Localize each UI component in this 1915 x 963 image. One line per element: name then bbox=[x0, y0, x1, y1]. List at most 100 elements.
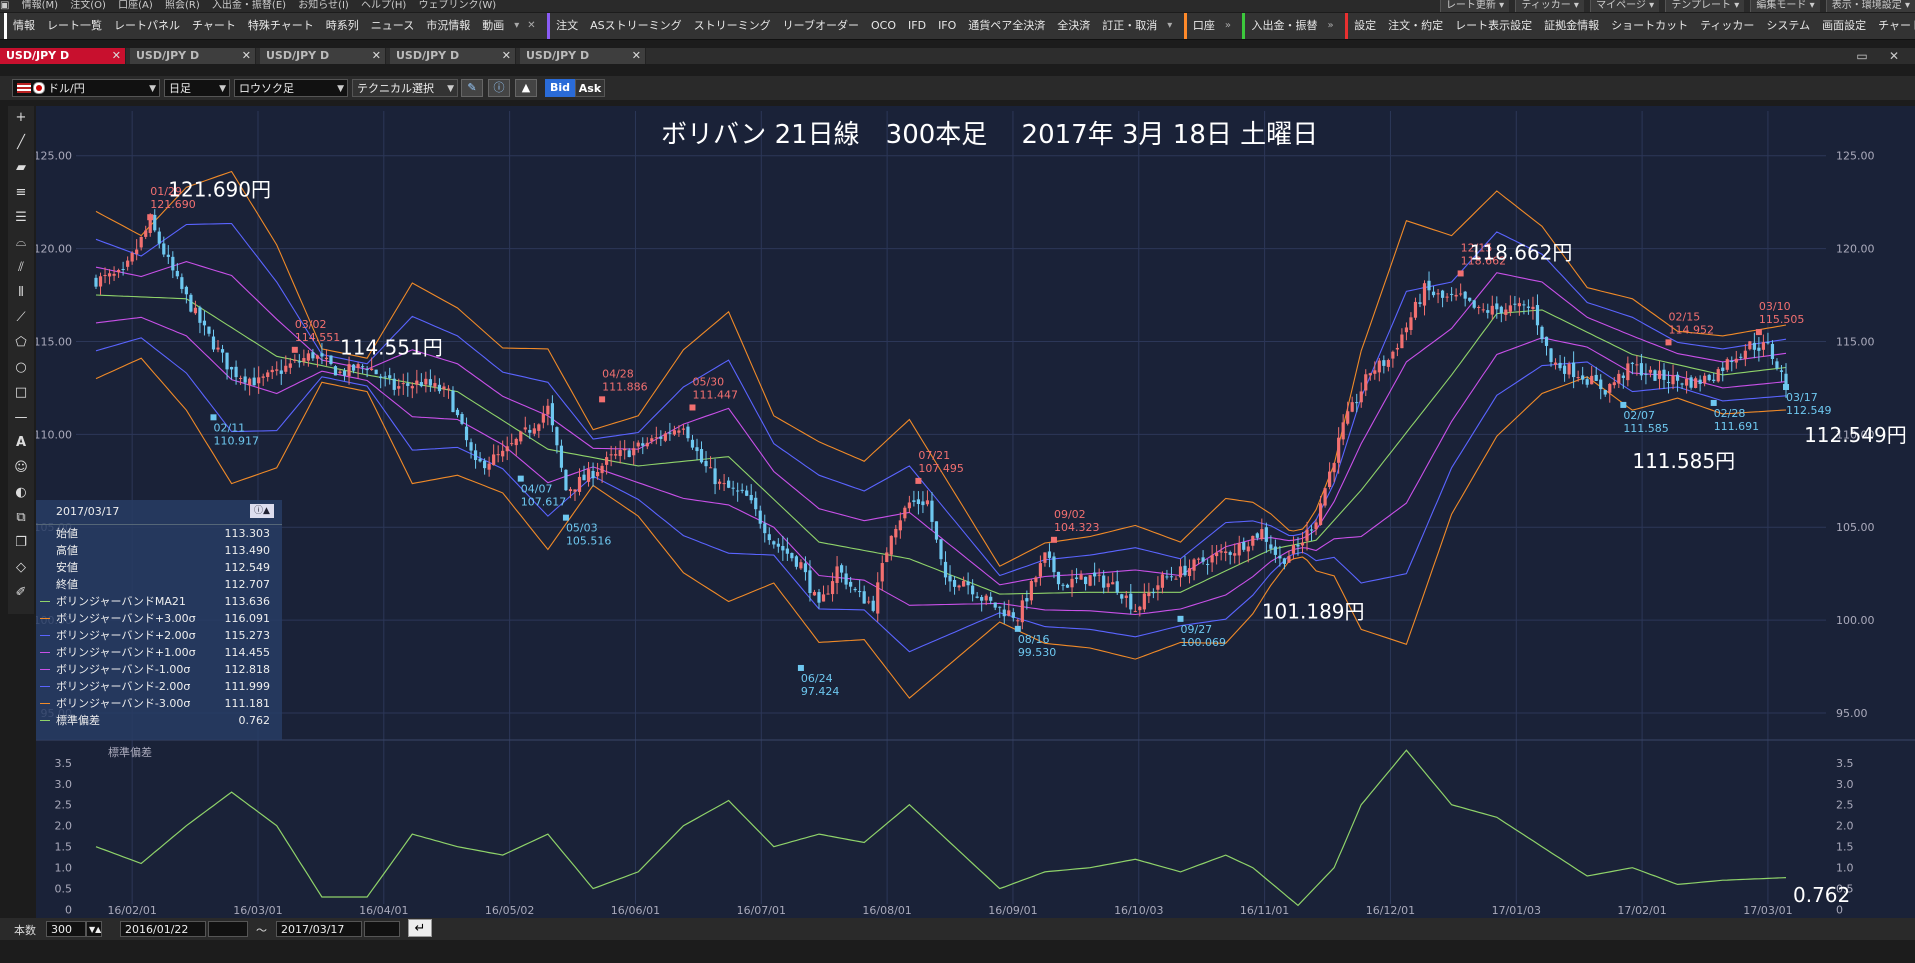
toolbar-special-chart[interactable]: 特殊チャート bbox=[242, 13, 320, 39]
menu-icon[interactable]: ▣ bbox=[0, 0, 9, 12]
chart-tab-5[interactable]: USD/JPY D ✕ bbox=[520, 48, 646, 64]
template-menu[interactable]: テンプレート ▾ bbox=[1665, 0, 1745, 12]
hline-icon[interactable]: — bbox=[11, 408, 31, 428]
info-icon[interactable]: ⓘ bbox=[488, 79, 510, 97]
toolbar-video[interactable]: 動画 bbox=[476, 13, 510, 39]
toolbar-as-streaming[interactable]: ASストリーミング bbox=[584, 13, 688, 39]
toolbar-news[interactable]: ニュース bbox=[365, 13, 420, 39]
toolbar-oco[interactable]: OCO bbox=[865, 13, 902, 39]
maximize-icon[interactable]: ▭ bbox=[1852, 48, 1872, 64]
bid-button[interactable]: Bid bbox=[545, 79, 575, 97]
toolbar-rate-list[interactable]: レート一覧 bbox=[41, 13, 108, 39]
gann-icon[interactable]: ⟋ bbox=[11, 308, 31, 328]
toolbar-all-settle[interactable]: 全決済 bbox=[1051, 13, 1096, 39]
chart-tab-2[interactable]: USD/JPY D ✕ bbox=[130, 48, 256, 64]
close-icon[interactable]: ✕ bbox=[632, 48, 641, 64]
toolbar-market-info[interactable]: 市況情報 bbox=[420, 13, 476, 39]
toolbar-deposit-label[interactable]: 入出金・振替 bbox=[1242, 13, 1323, 39]
menu-help[interactable]: ヘルプ(H) bbox=[361, 0, 406, 12]
circle-icon[interactable]: ○ bbox=[11, 358, 31, 378]
toolbar-order-exec[interactable]: 注文・約定 bbox=[1382, 13, 1449, 39]
end-date-input[interactable]: 2017/03/17 bbox=[276, 921, 362, 937]
expand-icon[interactable]: » bbox=[1221, 13, 1235, 39]
close-icon[interactable]: ✕ bbox=[112, 48, 121, 64]
chart-tab-3[interactable]: USD/JPY D ✕ bbox=[260, 48, 386, 64]
pentagon-icon[interactable]: ⬠ bbox=[11, 333, 31, 353]
toolbar-screen-settings[interactable]: 画面設定 bbox=[1816, 13, 1872, 39]
menu-notice[interactable]: お知らせ(I) bbox=[298, 0, 349, 12]
menu-weblink[interactable]: ウェブリンク(W) bbox=[419, 0, 497, 12]
toolbar-rate-panel[interactable]: レートパネル bbox=[108, 13, 186, 39]
edit-icon[interactable]: ✐ bbox=[11, 583, 31, 603]
display-settings-menu[interactable]: 表示・環境設定 ▾ bbox=[1825, 0, 1915, 12]
count-stepper[interactable]: ▼▲ bbox=[86, 921, 102, 937]
close-icon[interactable]: ✕ bbox=[372, 48, 381, 64]
toolbar-ifo[interactable]: IFO bbox=[932, 13, 962, 39]
horizontal-line-icon[interactable]: ≡ bbox=[11, 183, 31, 203]
edit-mode-menu[interactable]: 編集モード ▾ bbox=[1750, 0, 1820, 12]
toolbar-ticker[interactable]: ティッカー bbox=[1694, 13, 1760, 39]
toolbar-shortcut[interactable]: ショートカット bbox=[1605, 13, 1694, 39]
close-icon[interactable]: ✕ bbox=[523, 13, 539, 39]
toolbar-account-label[interactable]: 口座 bbox=[1183, 13, 1221, 39]
menu-deposit[interactable]: 入出金・振替(E) bbox=[212, 0, 286, 12]
chart-shape-icon[interactable]: ▲ bbox=[515, 79, 537, 97]
mypage-menu[interactable]: マイページ ▾ bbox=[1590, 0, 1660, 12]
text-icon[interactable]: A bbox=[11, 433, 31, 453]
menu-order[interactable]: 注文(O) bbox=[70, 0, 106, 12]
pen-icon[interactable]: ✎ bbox=[461, 79, 483, 97]
copy-icon[interactable]: ⧉ bbox=[11, 508, 31, 528]
chart-tab-1[interactable]: USD/JPY D ✕ bbox=[0, 48, 126, 64]
end-time-input[interactable] bbox=[364, 921, 400, 937]
menu-account[interactable]: 口座(A) bbox=[118, 0, 153, 12]
trendline-icon[interactable]: ╱ bbox=[11, 133, 31, 153]
toolbar-order-label[interactable]: 注文 bbox=[547, 13, 584, 39]
rate-update-menu[interactable]: レート更新 ▾ bbox=[1439, 0, 1510, 12]
magnet-icon[interactable]: ◐ bbox=[11, 483, 31, 503]
menu-inquiry[interactable]: 照会(R) bbox=[165, 0, 200, 12]
start-time-input[interactable] bbox=[208, 921, 248, 937]
ticker-menu[interactable]: ティッカー ▾ bbox=[1515, 0, 1584, 12]
toolbar-rate-display[interactable]: レート表示設定 bbox=[1449, 13, 1538, 39]
toolbar-modify-cancel[interactable]: 訂正・取消 bbox=[1096, 13, 1163, 39]
smiley-icon[interactable]: ☺ bbox=[11, 458, 31, 478]
toolbar-settings-label[interactable]: 設定 bbox=[1345, 13, 1382, 39]
toolbar-chart-settings[interactable]: チャート bbox=[1872, 13, 1915, 39]
chart-tab-4[interactable]: USD/JPY D ✕ bbox=[390, 48, 516, 64]
toolbar-timeseries[interactable]: 時系列 bbox=[320, 13, 365, 39]
vertical-lines-icon[interactable]: ⦀ bbox=[11, 283, 31, 303]
toolbar-system[interactable]: システム bbox=[1760, 13, 1816, 39]
ask-button[interactable]: Ask bbox=[575, 79, 605, 97]
toolbar-pair-settle[interactable]: 通貨ペア全決済 bbox=[962, 13, 1051, 39]
price-chart[interactable]: 01/29121.69003/02114.55104/28111.886 05/3… bbox=[36, 106, 1915, 918]
multi-line-icon[interactable]: ☰ bbox=[11, 208, 31, 228]
apply-range-button[interactable]: ↵ bbox=[408, 919, 432, 937]
fan-icon[interactable]: ⌓ bbox=[11, 233, 31, 253]
dropdown-arrow-icon[interactable]: ▾ bbox=[1163, 13, 1176, 39]
chart-type-select[interactable]: ロウソク足 ▼ bbox=[234, 79, 348, 97]
currency-pair-select[interactable]: ドル/円 ▼ bbox=[12, 79, 160, 97]
info-toggle-icon[interactable]: ⓘ▲ bbox=[250, 504, 274, 518]
technical-select[interactable]: テクニカル選択 ▼ bbox=[352, 79, 458, 97]
toolbar-leave-order[interactable]: リーブオーダー bbox=[777, 13, 865, 39]
toolbar-margin-info[interactable]: 証拠金情報 bbox=[1538, 13, 1605, 39]
eraser-icon[interactable]: ◇ bbox=[11, 558, 31, 578]
crosshair-icon[interactable]: + bbox=[11, 108, 31, 128]
duplicate-icon[interactable]: ❐ bbox=[11, 533, 31, 553]
toolbar-chart[interactable]: チャート bbox=[186, 13, 242, 39]
ruler-icon[interactable]: ▰ bbox=[11, 158, 31, 178]
rectangle-icon[interactable]: □ bbox=[11, 383, 31, 403]
menu-info[interactable]: 情報(M) bbox=[22, 0, 58, 12]
close-icon[interactable]: ✕ bbox=[242, 48, 251, 64]
toolbar-streaming[interactable]: ストリーミング bbox=[688, 13, 777, 39]
period-select[interactable]: 日足 ▼ bbox=[164, 79, 230, 97]
channel-icon[interactable]: ⫽ bbox=[11, 258, 31, 278]
expand-icon[interactable]: » bbox=[1323, 13, 1337, 39]
toolbar-info-label[interactable]: 情報 bbox=[4, 13, 41, 39]
dropdown-arrow-icon[interactable]: ▾ bbox=[510, 13, 523, 39]
close-icon[interactable]: ✕ bbox=[502, 48, 511, 64]
toolbar-ifd[interactable]: IFD bbox=[902, 13, 932, 39]
count-input[interactable]: 300 bbox=[46, 921, 86, 937]
start-date-input[interactable]: 2016/01/22 bbox=[120, 921, 206, 937]
close-window-icon[interactable]: ✕ bbox=[1884, 48, 1904, 64]
